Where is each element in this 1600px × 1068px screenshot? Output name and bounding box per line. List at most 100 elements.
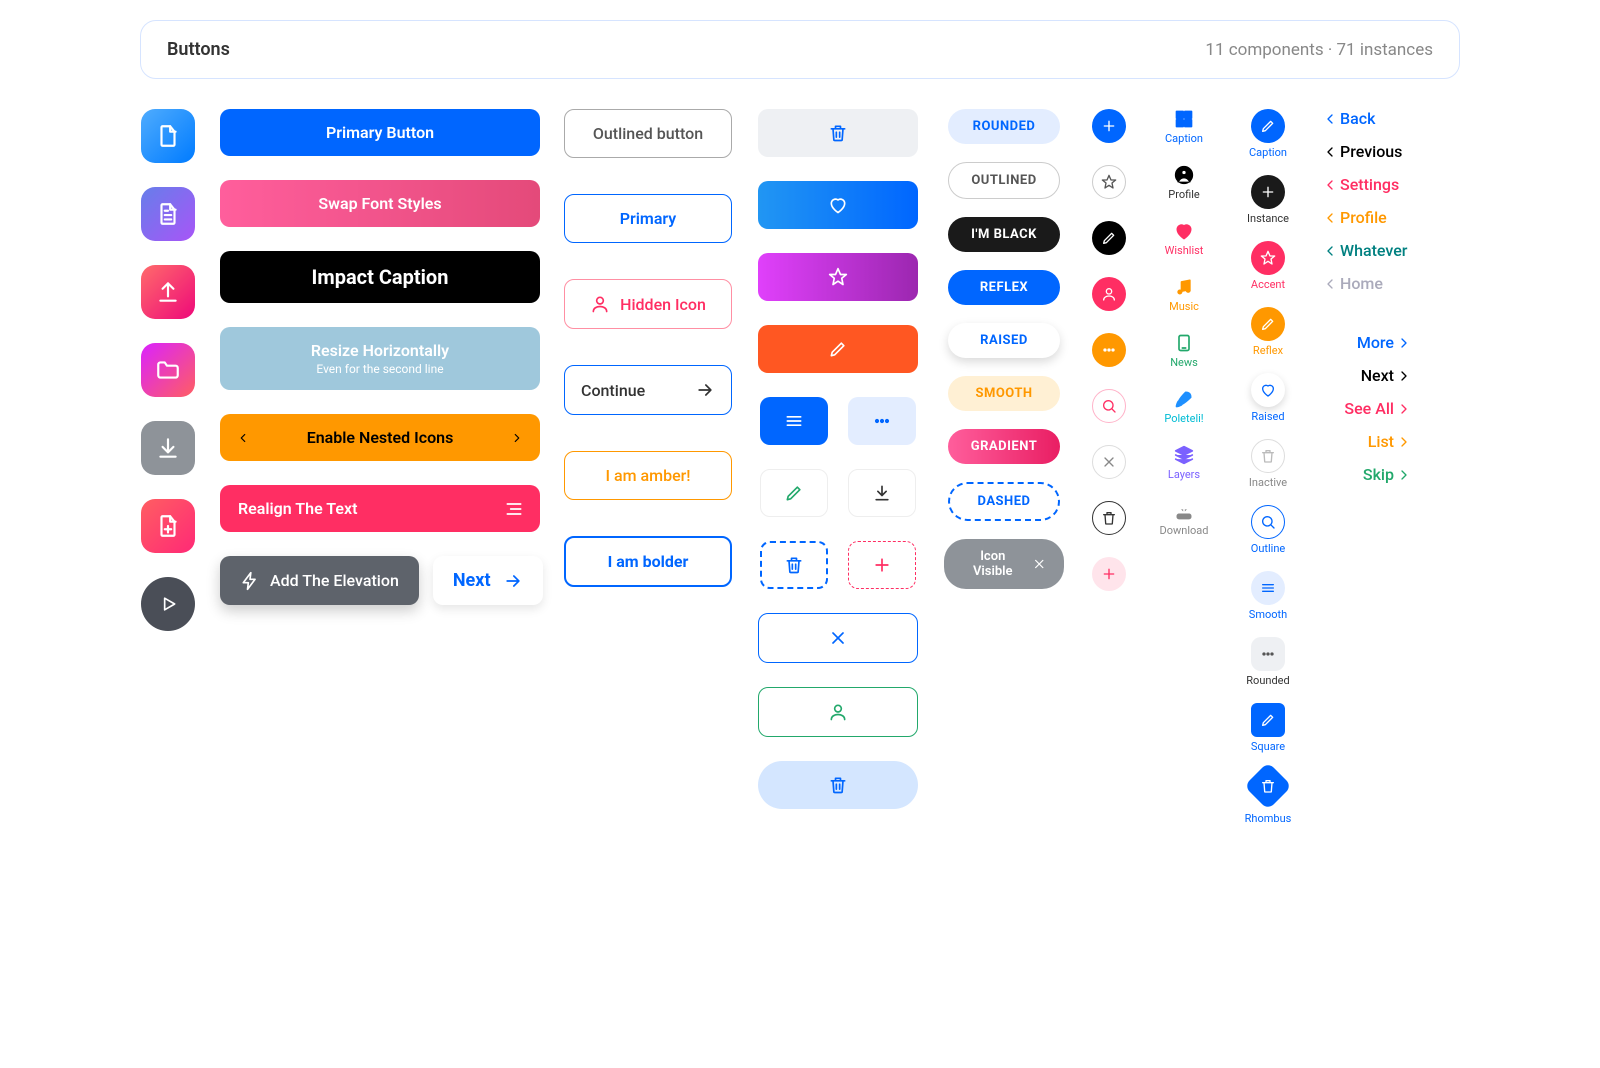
smooth-caption-circle[interactable]: Smooth bbox=[1249, 571, 1287, 621]
back-link[interactable]: Back bbox=[1322, 109, 1375, 128]
whatever-link[interactable]: Whatever bbox=[1322, 241, 1407, 260]
rounded-pill[interactable]: ROUNDED bbox=[948, 109, 1060, 144]
pencil-icon bbox=[1260, 316, 1276, 332]
component-header: Buttons 11 components · 71 instances bbox=[140, 20, 1460, 79]
upload-icon[interactable] bbox=[141, 265, 195, 319]
chevron-left-icon bbox=[1322, 177, 1338, 193]
swap-font-button[interactable]: Swap Font Styles bbox=[220, 180, 540, 227]
user-circle-button[interactable] bbox=[1092, 277, 1126, 311]
close-circle-button[interactable] bbox=[1092, 445, 1126, 479]
plus-soft-circle-button[interactable] bbox=[1092, 557, 1126, 591]
seeall-link[interactable]: See All bbox=[1322, 399, 1412, 418]
outlined-pill[interactable]: OUTLINED bbox=[948, 162, 1060, 199]
rocket-caption-button[interactable]: Poleteli! bbox=[1164, 389, 1203, 425]
chevron-right-icon bbox=[1396, 335, 1412, 351]
dashed-pill[interactable]: DASHED bbox=[948, 482, 1060, 521]
heart-button[interactable] bbox=[758, 181, 918, 229]
more-horizontal-icon bbox=[1260, 646, 1276, 662]
continue-button[interactable]: Continue bbox=[564, 365, 732, 415]
chevron-right-icon bbox=[1396, 368, 1412, 384]
accent-caption-circle[interactable]: Accent bbox=[1251, 241, 1285, 291]
pencil-circle-button[interactable] bbox=[1092, 221, 1126, 255]
pencil-icon bbox=[1260, 712, 1276, 728]
black-pill[interactable]: I'M BLACK bbox=[948, 217, 1060, 252]
skip-link[interactable]: Skip bbox=[1322, 465, 1412, 484]
reflex-caption-circle[interactable]: Reflex bbox=[1251, 307, 1285, 357]
amber-button[interactable]: I am amber! bbox=[564, 451, 732, 500]
bolder-button[interactable]: I am bolder bbox=[564, 536, 732, 587]
document-icon[interactable] bbox=[141, 187, 195, 241]
square-caption-square[interactable]: Square bbox=[1251, 703, 1285, 753]
download-small-button[interactable] bbox=[848, 469, 916, 517]
close-outline-button[interactable] bbox=[758, 613, 918, 663]
grid-caption-button[interactable]: Caption bbox=[1165, 109, 1203, 145]
plus-circle-button[interactable] bbox=[1092, 109, 1126, 143]
pencil-outline-button[interactable] bbox=[760, 469, 828, 517]
trash-dashed-button[interactable] bbox=[760, 541, 828, 589]
chevron-right-icon bbox=[1396, 467, 1412, 483]
list-link[interactable]: List bbox=[1322, 432, 1412, 451]
star-button[interactable] bbox=[758, 253, 918, 301]
download-icon[interactable] bbox=[141, 421, 195, 475]
more-link[interactable]: More bbox=[1322, 333, 1412, 352]
star-circle-button[interactable] bbox=[1092, 165, 1126, 199]
rhombus-caption[interactable]: Rhombus bbox=[1245, 769, 1292, 825]
music-caption-button[interactable]: Music bbox=[1169, 277, 1199, 313]
next-button[interactable]: Next bbox=[433, 556, 543, 605]
resize-button[interactable]: Resize Horizontally Even for the second … bbox=[220, 327, 540, 390]
pencil-caption-circle[interactable]: Caption bbox=[1249, 109, 1287, 159]
align-right-icon bbox=[504, 499, 524, 519]
rounded-caption-square[interactable]: Rounded bbox=[1246, 637, 1289, 687]
layers-caption-button[interactable]: Layers bbox=[1168, 445, 1200, 481]
realign-button[interactable]: Realign The Text bbox=[220, 485, 540, 532]
trash-button[interactable] bbox=[758, 109, 918, 157]
close-icon bbox=[1101, 454, 1117, 470]
inactive-caption-circle[interactable]: Inactive bbox=[1249, 439, 1287, 489]
more-button[interactable] bbox=[848, 397, 916, 445]
user-outline-button[interactable] bbox=[758, 687, 918, 737]
pencil-button[interactable] bbox=[758, 325, 918, 373]
search-circle-button[interactable] bbox=[1092, 389, 1126, 423]
elevation-button[interactable]: Add The Elevation bbox=[220, 556, 419, 605]
instance-caption-circle[interactable]: Instance bbox=[1247, 175, 1289, 225]
raised-pill[interactable]: RAISED bbox=[948, 323, 1060, 358]
trash-smooth-button[interactable] bbox=[758, 761, 918, 809]
outlined-button[interactable]: Outlined button bbox=[564, 109, 732, 158]
profile-caption-button[interactable]: Profile bbox=[1168, 165, 1199, 201]
home-link[interactable]: Home bbox=[1322, 274, 1383, 293]
pencil-icon bbox=[1101, 230, 1117, 246]
file-icon[interactable] bbox=[141, 109, 195, 163]
icon-visible-pill[interactable]: Icon Visible bbox=[944, 539, 1064, 589]
bolt-icon bbox=[240, 571, 260, 591]
chevron-left-icon bbox=[1322, 111, 1338, 127]
trash-circle-button[interactable] bbox=[1092, 501, 1126, 535]
profile-link[interactable]: Profile bbox=[1322, 208, 1387, 227]
next-link[interactable]: Next bbox=[1322, 366, 1412, 385]
news-caption-button[interactable]: News bbox=[1170, 333, 1198, 369]
nested-icons-button[interactable]: Enable Nested Icons bbox=[220, 414, 540, 461]
pencil-icon bbox=[784, 483, 804, 503]
menu-icon bbox=[784, 411, 804, 431]
wishlist-caption-button[interactable]: Wishlist bbox=[1165, 221, 1204, 257]
impact-button[interactable]: Impact Caption bbox=[220, 251, 540, 303]
trash-icon bbox=[1260, 448, 1276, 464]
file-plus-icon[interactable] bbox=[141, 499, 195, 553]
outline-caption-circle[interactable]: Outline bbox=[1251, 505, 1286, 555]
plus-dashed-button[interactable] bbox=[848, 541, 916, 589]
swap-font-label: Swap Font Styles bbox=[318, 194, 441, 213]
settings-link[interactable]: Settings bbox=[1322, 175, 1399, 194]
previous-link[interactable]: Previous bbox=[1322, 142, 1402, 161]
download-caption-button[interactable]: Download bbox=[1160, 501, 1209, 537]
primary-outlined-button[interactable]: Primary bbox=[564, 194, 732, 243]
primary-button[interactable]: Primary Button bbox=[220, 109, 540, 156]
gradient-pill[interactable]: GRADIENT bbox=[948, 429, 1060, 464]
more-circle-button[interactable] bbox=[1092, 333, 1126, 367]
menu-button[interactable] bbox=[760, 397, 828, 445]
play-icon[interactable] bbox=[141, 577, 195, 631]
smooth-pill[interactable]: SMOOTH bbox=[948, 376, 1060, 411]
hidden-icon-button[interactable]: Hidden Icon bbox=[564, 279, 732, 329]
folder-icon[interactable] bbox=[141, 343, 195, 397]
reflex-pill[interactable]: REFLEX bbox=[948, 270, 1060, 305]
raised-caption-circle[interactable]: Raised bbox=[1251, 373, 1285, 423]
user-icon bbox=[828, 702, 848, 722]
